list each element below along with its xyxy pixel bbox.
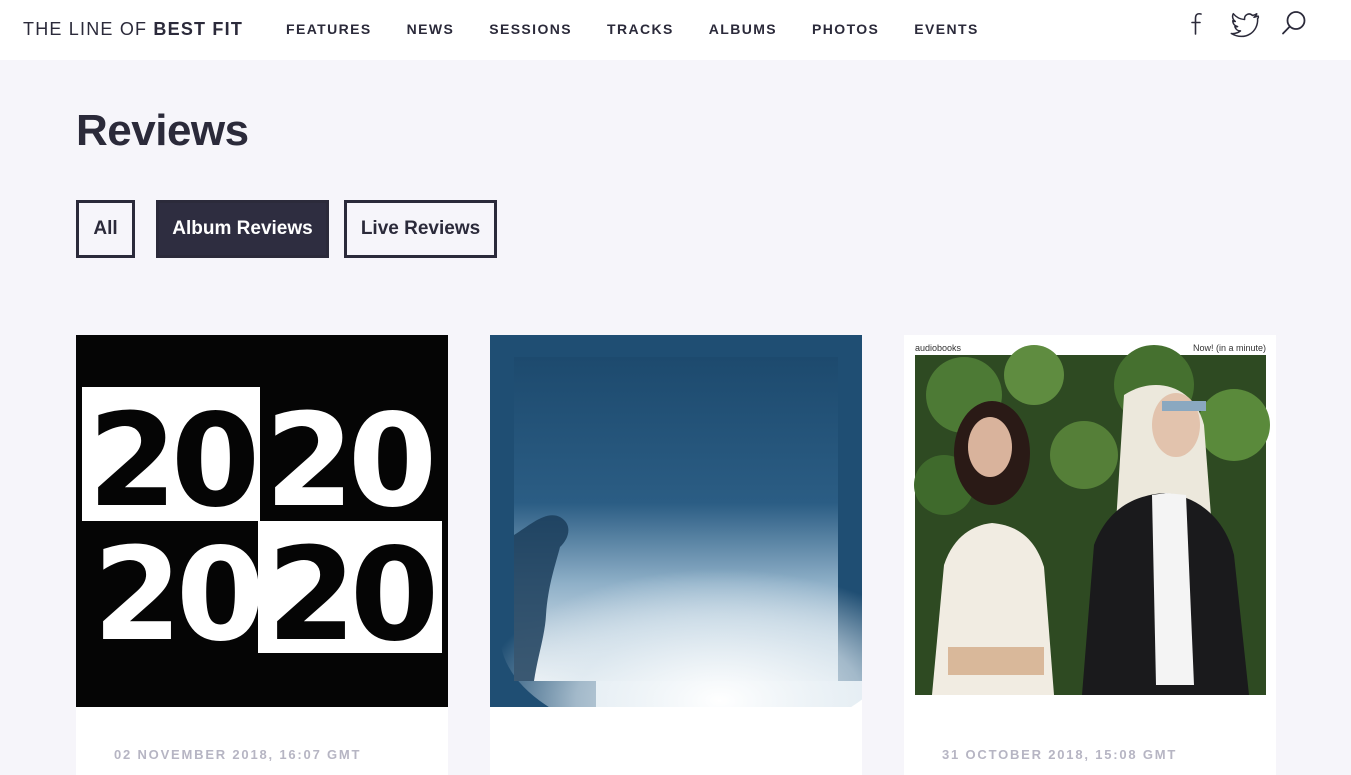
header-icons [1180, 8, 1327, 40]
review-card[interactable]: audiobooks Now! (in a minute) 31 OCTOBER… [904, 335, 1276, 775]
facebook-icon[interactable] [1180, 8, 1212, 40]
nav-news[interactable]: NEWS [407, 21, 455, 37]
album-title-text: Now! (in a minute) [1192, 343, 1266, 353]
album-cover-image[interactable] [490, 335, 862, 707]
album-cover-image[interactable]: audiobooks Now! (in a minute) [904, 335, 1276, 707]
nav-sessions[interactable]: SESSIONS [489, 21, 572, 37]
nav-features[interactable]: FEATURES [286, 21, 372, 37]
album-cover-sky-art [490, 335, 862, 707]
nav-photos[interactable]: PHOTOS [812, 21, 879, 37]
art-text-3: 20 [93, 521, 259, 670]
page-title: Reviews [76, 106, 249, 155]
review-date: 02 NOVEMBER 2018, 16:07 GMT [114, 747, 362, 762]
review-card[interactable] [490, 335, 862, 775]
art-text-2: 20 [265, 387, 431, 536]
logo-text-light: THE LINE OF [23, 19, 154, 39]
site-logo[interactable]: THE LINE OF BEST FIT [23, 19, 243, 40]
main-nav: FEATURES NEWS SESSIONS TRACKS ALBUMS PHO… [286, 21, 1014, 37]
review-card[interactable]: 20 20 20 20 02 NOVEMBER 2018, 16:07 GMT [76, 335, 448, 775]
filter-live-reviews-button[interactable]: Live Reviews [344, 200, 497, 258]
album-cover-image[interactable]: 20 20 20 20 [76, 335, 448, 707]
nav-events[interactable]: EVENTS [914, 21, 978, 37]
art-text-1: 20 [88, 387, 254, 536]
art-text-4: 20 [267, 521, 433, 670]
twitter-icon[interactable] [1229, 8, 1261, 40]
search-icon[interactable] [1278, 8, 1310, 40]
nav-tracks[interactable]: TRACKS [607, 21, 674, 37]
top-navigation-bar: THE LINE OF BEST FIT FEATURES NEWS SESSI… [0, 0, 1351, 60]
album-artist-text: audiobooks [915, 343, 962, 353]
album-cover-text: audiobooks Now! (in a minute) [915, 343, 1266, 353]
album-cover-audiobooks-art [904, 335, 1276, 707]
review-date: 31 OCTOBER 2018, 15:08 GMT [942, 747, 1178, 762]
filter-all-button[interactable]: All [76, 200, 135, 258]
nav-albums[interactable]: ALBUMS [709, 21, 777, 37]
album-cover-2020-art: 20 20 20 20 [76, 335, 448, 707]
logo-text-bold: BEST FIT [153, 19, 244, 39]
filter-album-reviews-button[interactable]: Album Reviews [156, 200, 329, 258]
